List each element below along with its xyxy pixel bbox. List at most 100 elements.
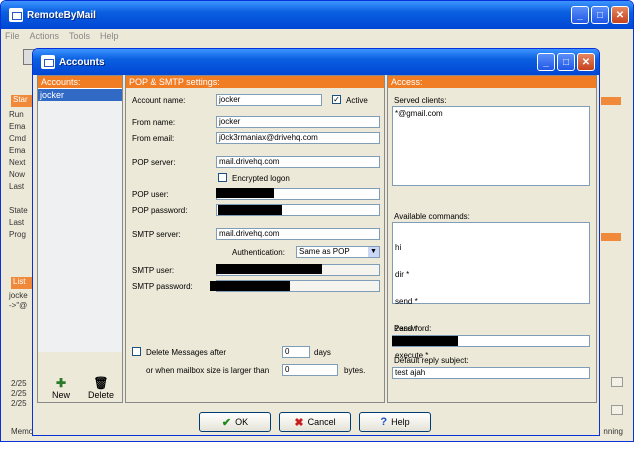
- redaction-mark: [216, 188, 274, 198]
- delete-messages-label: Delete Messages after: [146, 348, 227, 357]
- mailbox-size-field[interactable]: 0: [282, 364, 338, 376]
- accounts-dialog: Accounts _ □ ✕ Accounts: jocker ✚ New 🗑 …: [32, 48, 600, 436]
- menu-actions[interactable]: Actions: [30, 31, 60, 41]
- dialog-titlebar[interactable]: Accounts _ □ ✕: [33, 49, 599, 75]
- dialog-title: Accounts: [59, 56, 105, 68]
- encrypted-logon-label: Encrypted logon: [232, 174, 290, 183]
- smtp-password-label: SMTP password:: [132, 282, 193, 291]
- command-item: dir *: [395, 270, 410, 279]
- plus-icon: ✚: [55, 376, 67, 390]
- smtp-server-field[interactable]: mail.drivehq.com: [216, 228, 380, 240]
- available-commands-label: Available commands:: [394, 212, 470, 221]
- log-line: 2/25: [11, 399, 27, 408]
- right-panel-header: [601, 233, 621, 241]
- ok-button[interactable]: ✔ OK: [199, 412, 271, 432]
- bytes-label: bytes.: [344, 366, 366, 375]
- mailbox-size-label: or when mailbox size is larger than: [146, 366, 270, 375]
- pop-server-label: POP server:: [132, 158, 176, 167]
- pop-server-field[interactable]: mail.drivehq.com: [216, 156, 380, 168]
- delete-account-button[interactable]: 🗑 Delete: [82, 376, 120, 400]
- active-label: Active: [346, 96, 368, 105]
- redaction-mark: [392, 336, 458, 346]
- status-bar-left: Memo: [11, 427, 34, 436]
- delete-messages-checkbox[interactable]: [132, 347, 141, 356]
- status-label: State: [9, 206, 28, 215]
- new-label: New: [51, 390, 70, 400]
- dialog-icon: [41, 55, 55, 69]
- list-item[interactable]: ->"@: [9, 301, 28, 311]
- trash-icon: 🗑: [93, 376, 109, 390]
- main-titlebar[interactable]: RemoteByMail _ □ ✕: [1, 1, 633, 29]
- cross-icon: ✖: [294, 416, 304, 429]
- close-button[interactable]: ✕: [611, 6, 629, 24]
- authentication-value: Same as POP: [299, 247, 350, 256]
- access-header: Access:: [388, 76, 596, 88]
- redaction-mark: [210, 281, 290, 291]
- scroll-up-button[interactable]: [611, 377, 623, 387]
- cancel-label: Cancel: [307, 417, 336, 427]
- accounts-list[interactable]: jocker: [38, 88, 122, 352]
- dialog-maximize-button[interactable]: □: [557, 53, 575, 71]
- status-label: Prog: [9, 230, 26, 239]
- from-name-field[interactable]: jocker: [216, 116, 380, 128]
- settings-panel: POP & SMTP settings: Account name: jocke…: [125, 75, 385, 403]
- checkmark-icon: ✔: [221, 416, 232, 429]
- cancel-button[interactable]: ✖ Cancel: [279, 412, 351, 432]
- status-label: Last: [9, 218, 25, 227]
- right-panel-header: [601, 97, 621, 105]
- menu-file[interactable]: File: [5, 31, 20, 41]
- status-label: Run: [9, 110, 24, 119]
- status-label: Ema: [9, 122, 26, 131]
- from-email-field[interactable]: j0ck3rmaniax@drivehq.com: [216, 132, 380, 144]
- new-account-button[interactable]: ✚ New: [42, 376, 80, 400]
- menu-tools[interactable]: Tools: [69, 31, 90, 41]
- question-mark-icon: ?: [380, 416, 388, 428]
- smtp-user-label: SMTP user:: [132, 266, 175, 275]
- chevron-down-icon[interactable]: ▼: [368, 247, 379, 257]
- reply-subject-field[interactable]: test ajah: [392, 367, 590, 379]
- account-name-field[interactable]: jocker: [216, 94, 322, 106]
- list-items: jocke ->"@: [9, 291, 28, 311]
- dialog-close-button[interactable]: ✕: [577, 53, 595, 71]
- account-item[interactable]: jocker: [38, 89, 122, 101]
- account-name-label: Account name:: [132, 96, 186, 105]
- pop-user-label: POP user:: [132, 190, 169, 199]
- log-lines: 2/25 2/25 2/25: [11, 379, 27, 409]
- available-commands-box[interactable]: hi dir * send * zend * execute *: [392, 222, 590, 360]
- status-labels: Run Ema Cmd Ema Next Now Last State Last…: [9, 109, 28, 241]
- status-bar-right: nning: [603, 427, 623, 436]
- help-button[interactable]: ? Help: [359, 412, 431, 432]
- from-name-label: From name:: [132, 118, 176, 127]
- delete-label: Delete: [87, 390, 114, 400]
- status-label: Ema: [9, 146, 26, 155]
- redaction-mark: [218, 205, 282, 215]
- status-label: Next: [9, 158, 26, 167]
- access-panel: Access: Served clients: *@gmail.com Avai…: [387, 75, 597, 403]
- help-label: Help: [391, 417, 410, 427]
- list-item[interactable]: jocke: [9, 291, 28, 301]
- main-title: RemoteByMail: [27, 9, 96, 21]
- served-clients-label: Served clients:: [394, 96, 447, 105]
- app-icon: [9, 8, 23, 22]
- accounts-header: Accounts:: [38, 76, 122, 88]
- authentication-select[interactable]: Same as POP ▼: [296, 246, 380, 258]
- settings-header: POP & SMTP settings:: [126, 76, 384, 88]
- log-line: 2/25: [11, 389, 27, 398]
- scroll-down-button[interactable]: [611, 405, 623, 415]
- command-item: send *: [395, 297, 418, 306]
- days-label: days: [314, 348, 331, 357]
- menu-help[interactable]: Help: [100, 31, 119, 41]
- main-menubar: File Actions Tools Help: [5, 31, 119, 41]
- encrypted-logon-checkbox[interactable]: [218, 173, 227, 182]
- accounts-panel: Accounts: jocker ✚ New 🗑 Delete: [37, 75, 123, 403]
- delete-days-field[interactable]: 0: [282, 346, 310, 358]
- status-label: Cmd: [9, 134, 26, 143]
- status-label: Last: [9, 182, 25, 191]
- active-checkbox[interactable]: ✓: [332, 95, 341, 104]
- dialog-minimize-button[interactable]: _: [537, 53, 555, 71]
- minimize-button[interactable]: _: [571, 6, 589, 24]
- served-clients-box[interactable]: *@gmail.com: [392, 106, 590, 186]
- ok-label: OK: [235, 417, 249, 427]
- maximize-button[interactable]: □: [591, 6, 609, 24]
- reply-subject-label: Default reply subject:: [394, 356, 469, 365]
